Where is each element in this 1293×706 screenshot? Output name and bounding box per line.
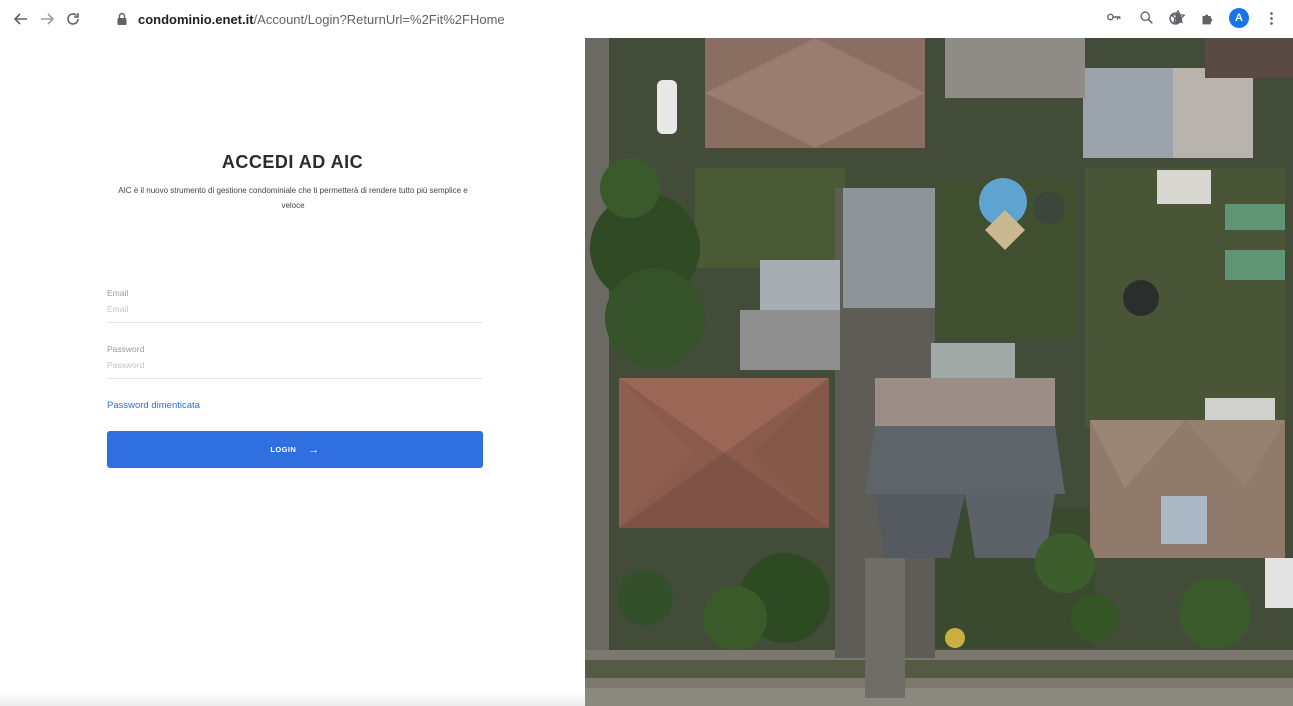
arrow-right-icon	[41, 13, 55, 25]
url-host: condominio.enet.it	[138, 11, 254, 27]
back-button[interactable]	[8, 6, 34, 32]
page-title: ACCEDI AD AIC	[221, 152, 364, 172]
puzzle-icon[interactable]	[1197, 8, 1217, 28]
magnifier-icon[interactable]	[1137, 8, 1155, 26]
login-button-label: LOGIN	[270, 445, 297, 454]
aerial-neighborhood-photo	[585, 38, 1293, 706]
password-field-group: Password	[107, 344, 483, 379]
email-input[interactable]	[107, 303, 483, 315]
key-icon[interactable]	[1105, 8, 1123, 26]
reload-button[interactable]	[60, 6, 86, 32]
page-subtitle: AIC è il nuovo strumento di gestione con…	[118, 186, 468, 210]
bottom-shadow	[0, 692, 585, 706]
forward-button[interactable]	[34, 6, 60, 32]
reload-icon	[67, 13, 79, 25]
address-bar[interactable]: condominio.enet.it/Account/Login?ReturnU…	[104, 6, 1184, 32]
profile-avatar[interactable]: A	[1229, 8, 1249, 28]
url-path: /Account/Login?ReturnUrl=%2Fit%2FHome	[253, 11, 505, 27]
forgot-password-link[interactable]: Password dimenticata	[107, 400, 200, 411]
email-field-group: Email	[107, 288, 483, 323]
lock-icon	[117, 12, 127, 25]
login-button[interactable]: LOGIN →	[107, 431, 483, 468]
login-panel: ACCEDI AD AIC AIC è il nuovo strumento d…	[0, 38, 585, 706]
arrow-left-icon	[13, 13, 27, 25]
arrow-right-icon: →	[308, 443, 320, 456]
password-input[interactable]	[107, 359, 483, 371]
circle-extension-icon[interactable]	[1165, 8, 1185, 28]
password-label: Password	[107, 344, 145, 354]
kebab-menu-icon[interactable]	[1261, 8, 1281, 28]
browser-toolbar: condominio.enet.it/Account/Login?ReturnU…	[0, 0, 1293, 38]
aerial-illustration	[585, 38, 1293, 706]
extensions-area: A	[1165, 8, 1281, 28]
email-label: Email	[107, 288, 129, 298]
